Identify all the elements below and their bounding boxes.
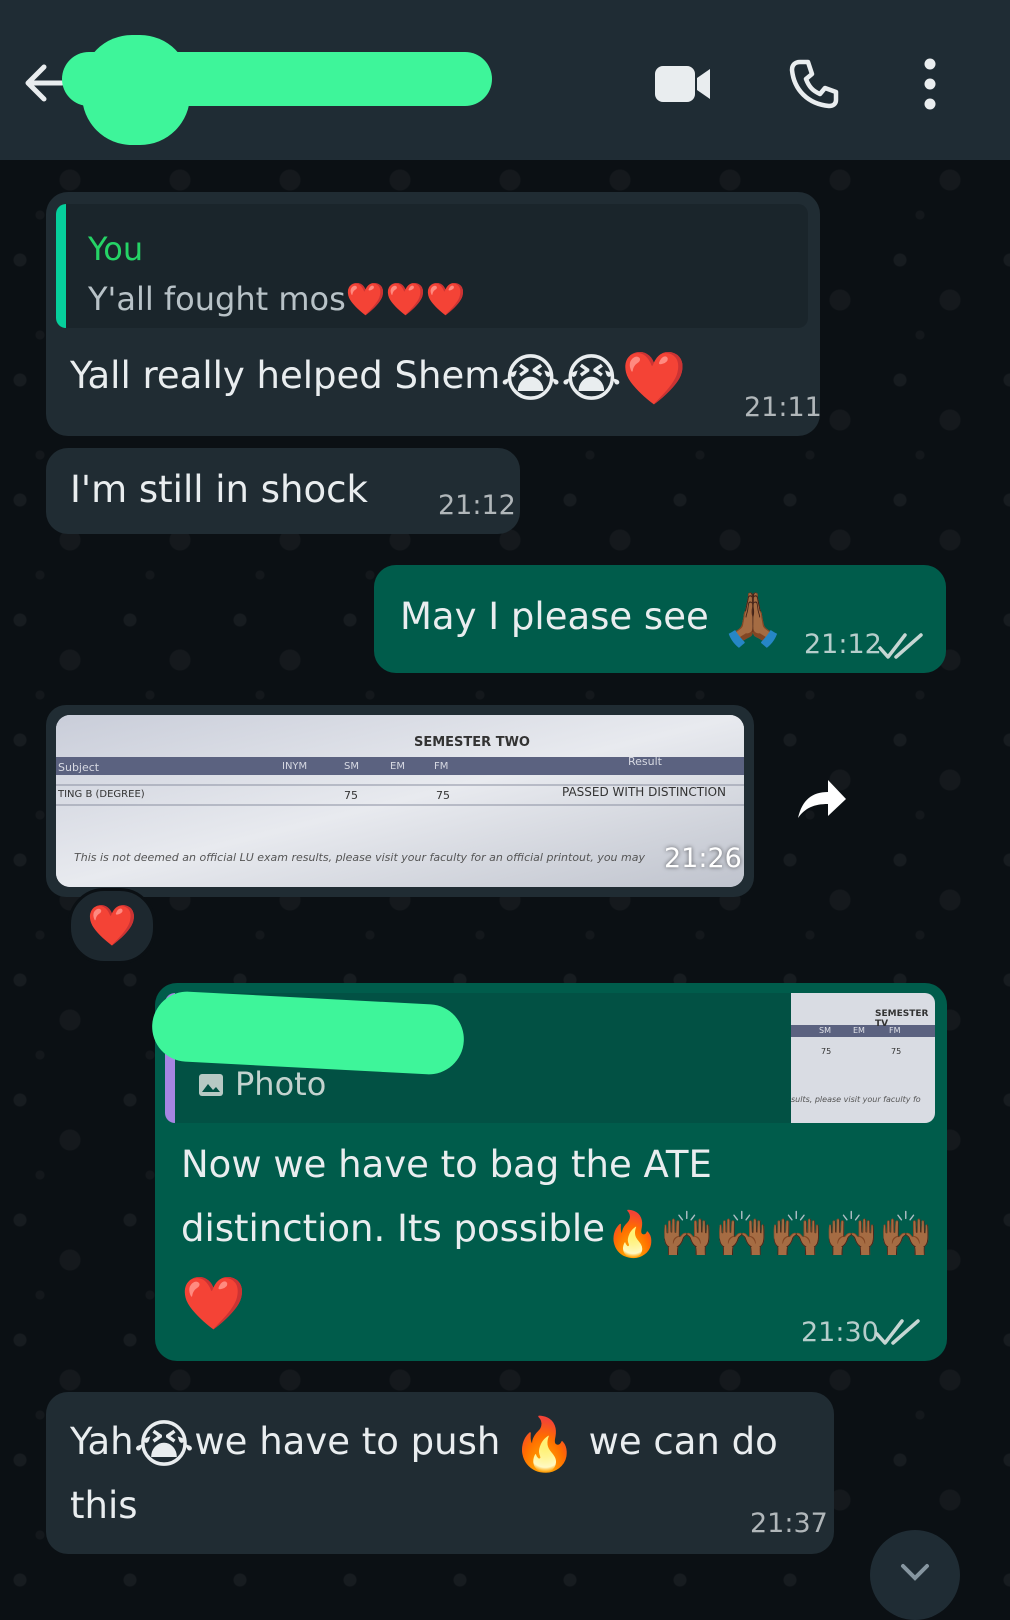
message-text-line1: Now we have to bag the ATE bbox=[181, 1143, 712, 1186]
chevron-down-icon bbox=[901, 1564, 929, 1581]
scroll-to-bottom-button[interactable] bbox=[870, 1530, 960, 1620]
thumb-value-fm: 75 bbox=[891, 1047, 902, 1056]
message-emoji: 😭 bbox=[133, 1415, 195, 1475]
photo-row-subject: TING B (DEGREE) bbox=[58, 789, 145, 800]
message-bubble-incoming[interactable]: You Y'all fought mos❤️❤️❤️ Yall really h… bbox=[46, 192, 822, 436]
message-text: May I please see 🙏🏾 bbox=[400, 590, 786, 650]
quote-emoji: ❤️❤️❤️ bbox=[345, 280, 466, 318]
message-text-line1: Yah😭we have to push 🔥 we can do bbox=[70, 1415, 778, 1475]
message-bubble-incoming[interactable]: Yah😭we have to push 🔥 we can do this 21:… bbox=[46, 1392, 834, 1554]
photo-header-subject: Subject bbox=[58, 761, 100, 774]
photo-row-fm: 75 bbox=[436, 789, 450, 802]
phone-icon[interactable] bbox=[788, 58, 840, 110]
thumb-header-em: EM bbox=[853, 1026, 865, 1035]
read-receipt-icon bbox=[875, 1319, 920, 1345]
photo-title: SEMESTER TWO bbox=[414, 735, 530, 750]
message-text: I'm still in shock bbox=[70, 468, 368, 511]
photo-footer: This is not deemed an official LU exam r… bbox=[74, 851, 645, 864]
message-emoji: 🔥 bbox=[512, 1415, 577, 1475]
quote-photo-thumbnail: SEMESTER TV SM EM FM 75 75 sults, please… bbox=[791, 993, 935, 1123]
message-time: 21:26 bbox=[664, 843, 742, 874]
photo-thumbnail[interactable]: SEMESTER TWO Subject INYM SM EM FM Resul… bbox=[56, 715, 744, 887]
read-receipt-icon bbox=[878, 633, 923, 659]
message-emoji: 😭😭❤️ bbox=[500, 349, 687, 409]
photo-icon bbox=[199, 1074, 223, 1096]
photo-row-result: PASSED WITH DISTINCTION bbox=[562, 785, 727, 799]
quote-photo-label: Photo bbox=[235, 1065, 327, 1103]
message-bubble-outgoing[interactable]: May I please see 🙏🏾 21:12 bbox=[374, 565, 946, 673]
forward-arrow-icon[interactable] bbox=[792, 770, 850, 828]
message-time: 21:12 bbox=[804, 629, 882, 660]
redacted-contact-name[interactable] bbox=[62, 52, 492, 106]
message-time: 21:12 bbox=[438, 490, 516, 521]
message-emoji: ❤️ bbox=[181, 1274, 246, 1334]
quote-author: You bbox=[88, 230, 144, 268]
message-emoji: 🔥🙌🏾🙌🏾🙌🏾🙌🏾🙌🏾 bbox=[604, 1209, 934, 1260]
photo-header-sm: SM bbox=[344, 761, 359, 772]
message-time: 21:37 bbox=[750, 1508, 828, 1539]
message-time: 21:11 bbox=[744, 392, 822, 423]
chat-header bbox=[0, 0, 1010, 160]
message-bubble-incoming[interactable]: I'm still in shock 21:12 bbox=[46, 448, 520, 534]
message-emoji: 🙏🏾 bbox=[720, 590, 786, 650]
quote-text: Y'all fought mos❤️❤️❤️ bbox=[88, 280, 466, 318]
thumb-value-sm: 75 bbox=[821, 1047, 832, 1056]
message-time: 21:30 bbox=[801, 1317, 879, 1348]
photo-header-fm: FM bbox=[434, 761, 449, 772]
quote-accent-bar bbox=[56, 204, 66, 328]
video-call-icon[interactable] bbox=[654, 62, 712, 106]
thumb-title: SEMESTER TV bbox=[875, 1009, 929, 1029]
message-text-line2: this bbox=[70, 1484, 138, 1527]
message-text: Yall really helped Shem😭😭❤️ bbox=[70, 349, 687, 409]
thumb-footer: sults, please visit your faculty fo bbox=[791, 1095, 921, 1104]
heart-reaction[interactable]: ❤️ bbox=[68, 888, 156, 964]
thumb-header-sm: SM bbox=[819, 1026, 831, 1035]
photo-header-result: Result bbox=[628, 755, 662, 768]
photo-header-em: EM bbox=[390, 761, 405, 772]
quoted-message[interactable]: You Y'all fought mos❤️❤️❤️ bbox=[56, 204, 808, 328]
message-text-line3: ❤️ bbox=[181, 1269, 246, 1333]
photo-row-sm: 75 bbox=[344, 789, 358, 802]
message-text-line2: distinction. Its possible🔥🙌🏾🙌🏾🙌🏾🙌🏾🙌🏾 bbox=[181, 1207, 934, 1260]
more-vert-icon[interactable] bbox=[916, 56, 944, 112]
photo-header-inym: INYM bbox=[282, 761, 308, 772]
thumb-header-fm: FM bbox=[889, 1026, 901, 1035]
